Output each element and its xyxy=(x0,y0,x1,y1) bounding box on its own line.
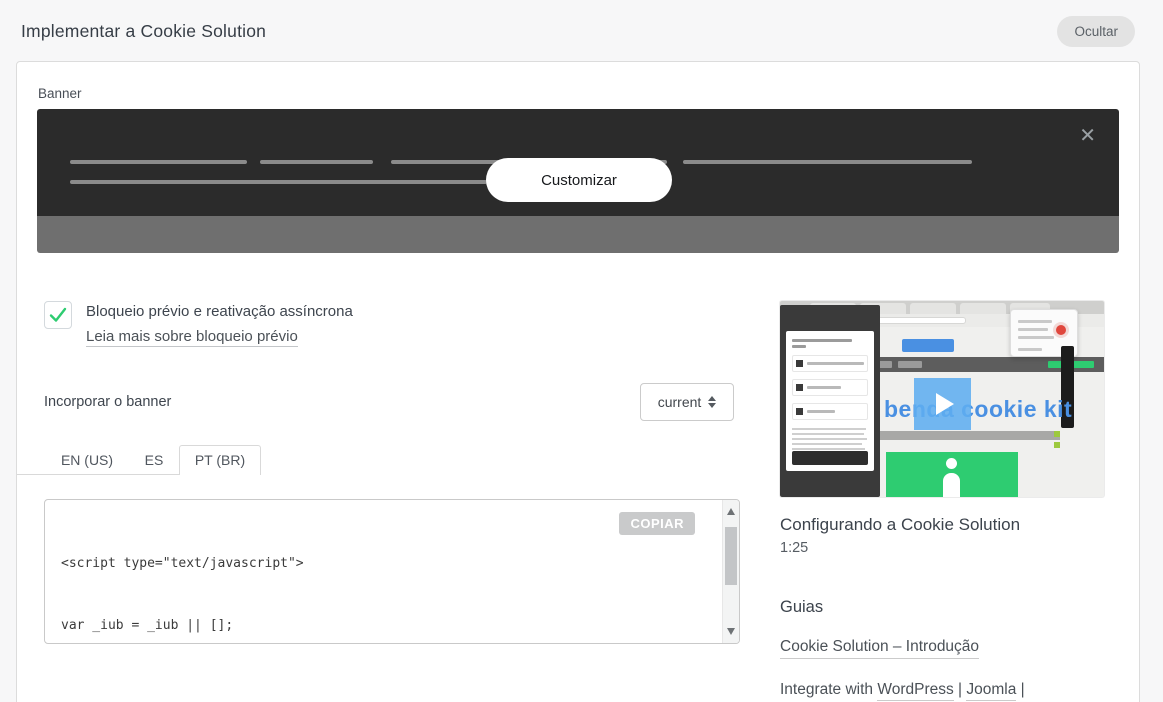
hide-button[interactable]: Ocultar xyxy=(1057,16,1135,47)
video-overlay-heading: benda cookie kit xyxy=(884,396,1073,422)
prior-blocking-link[interactable]: Leia mais sobre bloqueio prévio xyxy=(86,328,298,347)
play-icon xyxy=(935,393,954,415)
code-scrollbar[interactable] xyxy=(722,500,739,643)
video-duration: 1:25 xyxy=(780,540,809,556)
language-tabs: EN (US) ES PT (BR) xyxy=(17,445,734,475)
guide-integrate-line: Integrate with WordPress | Joomla | Pres… xyxy=(780,675,1104,702)
embed-row: Incorporar o banner current xyxy=(37,383,734,421)
prior-blocking-row: Bloqueio prévio e reativação assíncrona … xyxy=(37,301,734,347)
guide-link-wordpress[interactable]: WordPress xyxy=(877,681,954,701)
banner-placeholder-line xyxy=(70,180,487,184)
implementation-card: Banner Customizar ✕ Bloqueio prévio e re… xyxy=(16,61,1140,702)
code-line: <script type="text/javascript"> xyxy=(61,556,304,571)
video-thumbnail[interactable]: benda cookie kit xyxy=(780,301,1104,497)
tab-es[interactable]: ES xyxy=(129,445,179,475)
guide-link-intro[interactable]: Cookie Solution – Introdução xyxy=(780,638,980,659)
guide-link-joomla[interactable]: Joomla xyxy=(966,681,1017,701)
version-select[interactable]: current xyxy=(640,383,734,421)
prior-blocking-checkbox[interactable] xyxy=(44,301,72,329)
right-column: benda cookie kit Configurando a Cookie S… xyxy=(780,301,1104,702)
integrate-prefix: Integrate with xyxy=(780,681,878,698)
embed-code-box[interactable]: <script type="text/javascript"> var _iub… xyxy=(44,499,740,644)
iubenda-logo-icon xyxy=(946,458,957,469)
top-bar: Implementar a Cookie Solution Ocultar xyxy=(0,0,1163,47)
cookie-widget-preview xyxy=(780,305,880,497)
left-column: Bloqueio prévio e reativação assíncrona … xyxy=(17,301,740,702)
code-line: var _iub = _iub || []; xyxy=(61,617,234,633)
banner-placeholder-line xyxy=(70,160,247,164)
banner-section-label: Banner xyxy=(38,86,82,101)
scroll-down-icon[interactable] xyxy=(727,628,735,635)
record-icon xyxy=(1053,322,1069,338)
prior-blocking-texts: Bloqueio prévio e reativação assíncrona … xyxy=(86,301,353,347)
copy-button[interactable]: COPIAR xyxy=(619,512,695,535)
banner-placeholder-line xyxy=(260,160,373,164)
page: Implementar a Cookie Solution Ocultar Ba… xyxy=(0,0,1163,702)
tab-pt-br[interactable]: PT (BR) xyxy=(179,445,261,475)
tabs-underline xyxy=(17,474,179,475)
checkmark-icon xyxy=(49,307,67,322)
scrollbar-thumb[interactable] xyxy=(725,527,737,585)
banner-placeholder-line xyxy=(683,160,972,164)
active-nav-button xyxy=(902,339,954,352)
video-title: Configurando a Cookie Solution xyxy=(780,515,1021,534)
banner-preview: Customizar ✕ xyxy=(37,109,1119,253)
scroll-up-icon[interactable] xyxy=(727,508,735,515)
tab-en-us[interactable]: EN (US) xyxy=(45,445,129,475)
play-button[interactable] xyxy=(914,378,971,430)
page-title: Implementar a Cookie Solution xyxy=(21,21,267,41)
select-caret-icon xyxy=(708,396,717,408)
iubenda-green-panel xyxy=(886,452,1018,497)
version-select-value: current xyxy=(657,394,702,410)
guides-heading: Guias xyxy=(780,598,824,616)
customize-button[interactable]: Customizar xyxy=(486,158,672,202)
main-row: Bloqueio prévio e reativação assíncrona … xyxy=(17,301,1119,702)
embed-label: Incorporar o banner xyxy=(44,394,172,410)
prior-blocking-label: Bloqueio prévio e reativação assíncrona xyxy=(86,303,353,320)
close-icon[interactable]: ✕ xyxy=(1079,126,1096,146)
banner-preview-footer xyxy=(37,216,1119,253)
